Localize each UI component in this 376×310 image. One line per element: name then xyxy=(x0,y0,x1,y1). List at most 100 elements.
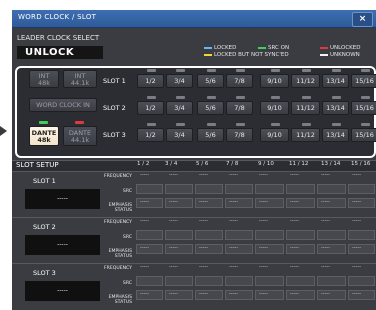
setup-slot-display: ----- xyxy=(25,235,100,255)
setup-col-header: 5 / 6 xyxy=(196,161,209,167)
slot-1-ch-5-led xyxy=(270,69,280,72)
slot-3-ch-3-led xyxy=(206,123,216,126)
emphasis-value: ----- xyxy=(259,199,269,205)
slot-1-ch-4-led xyxy=(235,69,245,72)
slot-3-ch-5-button[interactable]: 9/10 xyxy=(260,128,289,142)
slot-1-ch-8-led xyxy=(360,69,370,72)
src-toggle-button[interactable] xyxy=(348,230,375,240)
slot-3-ch-2-button[interactable]: 3/4 xyxy=(166,128,193,142)
legend-swatch xyxy=(320,53,328,56)
src-toggle-button[interactable] xyxy=(225,276,253,286)
setup-row-label-frequency: FREQUENCY xyxy=(104,174,132,179)
slot-2-ch-6-button[interactable]: 11/12 xyxy=(291,101,320,115)
slot-2-ch-3-led xyxy=(206,96,216,99)
close-button[interactable]: × xyxy=(352,12,373,27)
slot-2-ch-5-button[interactable]: 9/10 xyxy=(260,101,289,115)
emphasis-value: ----- xyxy=(140,245,150,251)
int-48k-button[interactable]: INT 48k xyxy=(29,70,59,88)
slot-setup-title: SLOT SETUP xyxy=(16,161,59,169)
src-toggle-button[interactable] xyxy=(348,276,375,286)
slot-1-ch-2-button[interactable]: 3/4 xyxy=(166,74,193,88)
src-toggle-button[interactable] xyxy=(255,230,284,240)
src-toggle-button[interactable] xyxy=(165,230,193,240)
emphasis-value: ----- xyxy=(229,199,239,205)
src-toggle-button[interactable] xyxy=(136,230,163,240)
src-toggle-button[interactable] xyxy=(225,230,253,240)
frequency-value: ----- xyxy=(290,172,300,178)
slot-1-ch-4-button[interactable]: 7/8 xyxy=(226,74,253,88)
leader-clock-status: UNLOCK xyxy=(17,46,103,59)
slot-3-ch-3-button[interactable]: 5/6 xyxy=(197,128,224,142)
src-toggle-button[interactable] xyxy=(286,184,315,194)
legend-swatch xyxy=(204,46,212,49)
src-toggle-button[interactable] xyxy=(195,276,223,286)
slot-3-ch-7-button[interactable]: 13/14 xyxy=(322,128,349,142)
src-toggle-button[interactable] xyxy=(195,184,223,194)
frequency-value: ----- xyxy=(199,218,209,224)
slot-3-ch-6-button[interactable]: 11/12 xyxy=(291,128,320,142)
slot-1-ch-6-button[interactable]: 11/12 xyxy=(291,74,320,88)
src-toggle-button[interactable] xyxy=(195,230,223,240)
setup-slot-name: SLOT 1 xyxy=(33,177,56,185)
setup-slot-2: SLOT 2 ----- FREQUENCY ----- ----- ----- -----… xyxy=(12,217,376,264)
src-toggle-button[interactable] xyxy=(165,184,193,194)
slot-1-ch-6-led xyxy=(301,69,311,72)
slot-1-ch-8-button[interactable]: 15/16 xyxy=(351,74,376,88)
src-toggle-button[interactable] xyxy=(136,276,163,286)
legend-swatch xyxy=(204,53,212,56)
legend-swatch xyxy=(320,46,328,49)
slot-2-ch-5-led xyxy=(270,96,280,99)
src-toggle-button[interactable] xyxy=(165,276,193,286)
word-clock-in-button[interactable]: WORD CLOCK IN xyxy=(29,98,97,112)
src-toggle-button[interactable] xyxy=(225,184,253,194)
slot-3-ch-5-led xyxy=(270,123,280,126)
setup-col-header: 11 / 12 xyxy=(289,161,309,167)
slot-2-ch-7-button[interactable]: 13/14 xyxy=(322,101,349,115)
slot-3-ch-8-button[interactable]: 15/16 xyxy=(351,128,376,142)
slot-2-ch-8-button[interactable]: 15/16 xyxy=(351,101,376,115)
setup-row-label-src: SRC xyxy=(122,189,132,194)
setup-col-header: 15 / 16 xyxy=(351,161,371,167)
slot-2-label: SLOT 2 xyxy=(103,104,126,112)
slot-1-ch-7-button[interactable]: 13/14 xyxy=(322,74,349,88)
dante-44-1k-button[interactable]: DANTE 44.1k xyxy=(63,126,97,146)
src-toggle-button[interactable] xyxy=(317,184,346,194)
slot-1-ch-5-button[interactable]: 9/10 xyxy=(260,74,289,88)
emphasis-value: ----- xyxy=(229,245,239,251)
src-toggle-button[interactable] xyxy=(317,230,346,240)
slot-3-ch-1-button[interactable]: 1/2 xyxy=(137,128,164,142)
setup-col-header: 7 / 8 xyxy=(226,161,239,167)
frequency-value: ----- xyxy=(259,172,269,178)
slot-1-ch-2-led xyxy=(175,69,185,72)
src-toggle-button[interactable] xyxy=(286,276,315,286)
slot-1-ch-1-button[interactable]: 1/2 xyxy=(137,74,164,88)
slot-2-ch-4-button[interactable]: 7/8 xyxy=(226,101,253,115)
emphasis-value: ----- xyxy=(290,291,300,297)
setup-col-header: 3 / 4 xyxy=(165,161,178,167)
dante-48k-button[interactable]: DANTE 48k xyxy=(29,126,59,146)
src-toggle-button[interactable] xyxy=(255,184,284,194)
slot-2-ch-8-led xyxy=(360,96,370,99)
slot-3-ch-4-button[interactable]: 7/8 xyxy=(226,128,253,142)
frequency-value: ----- xyxy=(259,218,269,224)
src-toggle-button[interactable] xyxy=(348,184,375,194)
src-toggle-button[interactable] xyxy=(317,276,346,286)
slot-3-ch-1-led xyxy=(146,123,156,126)
emphasis-value: ----- xyxy=(199,199,209,205)
title-bar: WORD CLOCK / SLOT × xyxy=(12,10,376,28)
legend-locked: LOCKED xyxy=(204,45,236,51)
setup-slot-display: ----- xyxy=(25,189,100,209)
src-toggle-button[interactable] xyxy=(136,184,163,194)
frequency-value: ----- xyxy=(229,218,239,224)
setup-row-label-frequency: FREQUENCY xyxy=(104,266,132,271)
slot-2-ch-1-button[interactable]: 1/2 xyxy=(137,101,164,115)
slot-2-ch-2-button[interactable]: 3/4 xyxy=(166,101,193,115)
src-toggle-button[interactable] xyxy=(286,230,315,240)
slot-2-ch-3-button[interactable]: 5/6 xyxy=(197,101,224,115)
emphasis-value: ----- xyxy=(140,291,150,297)
slot-1-ch-3-button[interactable]: 5/6 xyxy=(197,74,224,88)
slot-2-ch-4-led xyxy=(235,96,245,99)
src-toggle-button[interactable] xyxy=(255,276,284,286)
int-44-1k-button[interactable]: INT 44.1k xyxy=(63,70,97,88)
frequency-value: ----- xyxy=(352,218,362,224)
